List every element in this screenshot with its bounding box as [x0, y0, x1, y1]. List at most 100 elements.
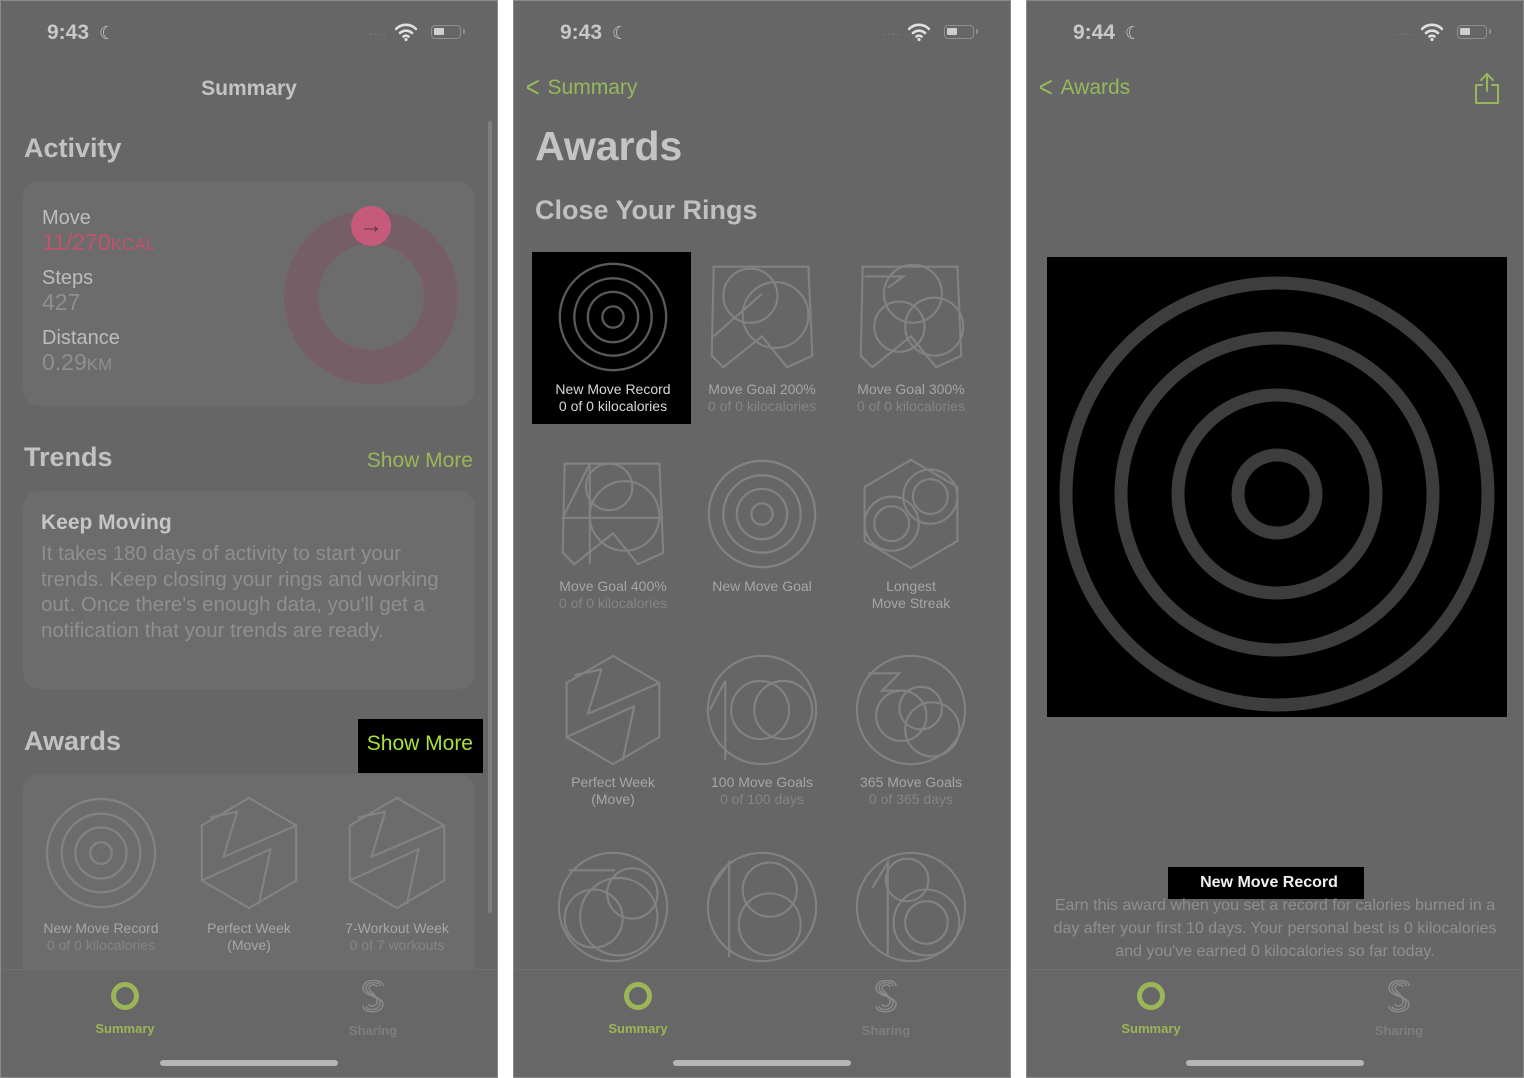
trends-card: Keep Moving It takes 180 days of activit…: [23, 491, 475, 689]
award-partial-row[interactable]: [837, 849, 985, 965]
awards-card: New Move Record 0 of 0 kilocalories Perf…: [23, 774, 475, 994]
activity-heading: Activity: [24, 133, 122, 163]
section-heading: Close Your Rings: [535, 195, 758, 225]
award-move-goal-200[interactable]: Move Goal 200% 0 of 0 kilocalories: [688, 259, 836, 415]
back-label: Summary: [547, 76, 638, 99]
365-goals-icon: [853, 652, 969, 768]
hexagon-award-icon: [555, 652, 671, 768]
chevron-left-icon: <: [1038, 71, 1053, 104]
moon-icon: ☾: [1125, 23, 1142, 43]
trends-card-body: It takes 180 days of activity to start y…: [41, 542, 439, 642]
activity-ring-icon: [109, 980, 141, 1012]
award-100-move-goals[interactable]: 100 Move Goals 0 of 100 days: [688, 652, 836, 808]
awards-screen: 9:43 ☾ ···· < Summary Awards Close Your …: [513, 0, 1011, 1078]
cellular-signal-icon: ····: [1395, 29, 1413, 40]
move-goal-300-icon: [853, 259, 969, 375]
status-bar: 9:43 ☾ ····: [1, 21, 497, 47]
tab-sharing[interactable]: Sharing: [826, 980, 946, 1038]
award-partial-row[interactable]: [688, 849, 836, 965]
award-new-move-record[interactable]: New Move Record 0 of 0 kilocalories: [27, 794, 175, 954]
trends-show-more-link[interactable]: Show More: [367, 449, 473, 473]
back-button[interactable]: < Awards: [1037, 71, 1131, 104]
tab-summary[interactable]: Summary: [1091, 980, 1211, 1036]
target-rings-icon: [704, 456, 820, 572]
moon-icon: ☾: [99, 23, 116, 43]
page-title: Summary: [201, 77, 297, 100]
award-partial-row[interactable]: [539, 849, 687, 965]
distance-label: Distance: [42, 327, 120, 349]
back-label: Awards: [1060, 76, 1131, 99]
back-button[interactable]: < Summary: [524, 71, 638, 104]
home-indicator[interactable]: [160, 1060, 338, 1066]
battery-icon: [431, 25, 465, 39]
activity-card[interactable]: Move 11/270KCAL Steps 427 Distance 0.29K…: [23, 181, 475, 406]
award-new-move-record[interactable]: New Move Record 0 of 0 kilocalories: [539, 259, 687, 415]
awards-heading: Awards: [24, 726, 122, 756]
activity-ring-icon: [622, 980, 654, 1012]
award-longest-move-streak[interactable]: Longest Move Streak: [837, 456, 985, 612]
sharing-s-icon: [361, 980, 385, 1014]
award-365-move-goals[interactable]: 365 Move Goals 0 of 365 days: [837, 652, 985, 808]
cellular-signal-icon: ····: [369, 29, 387, 40]
tab-bar: Summary Sharing: [514, 969, 1010, 1077]
status-time: 9:43: [560, 21, 603, 44]
award-badge-large: [1047, 257, 1507, 717]
award-detail-screen: 9:44 ☾ ···· < Awards New Move Record Ear…: [1026, 0, 1524, 1078]
steps-label: Steps: [42, 267, 94, 289]
award-move-goal-300[interactable]: Move Goal 300% 0 of 0 kilocalories: [837, 259, 985, 415]
status-bar: 9:44 ☾ ····: [1027, 21, 1523, 47]
milestone-award-icon: [555, 849, 671, 965]
wifi-icon: [1421, 22, 1443, 42]
cellular-signal-icon: ····: [882, 29, 900, 40]
move-label: Move: [42, 207, 91, 229]
wifi-icon: [395, 22, 417, 42]
sharing-s-icon: [874, 980, 898, 1014]
share-icon[interactable]: [1473, 71, 1501, 105]
move-value: 11/270KCAL: [42, 229, 156, 255]
streak-icon: [853, 456, 969, 572]
move-goal-200-icon: [704, 259, 820, 375]
arrow-right-icon: →: [351, 206, 391, 246]
battery-icon: [1457, 25, 1491, 39]
milestone-award-icon: [704, 849, 820, 965]
status-time: 9:43: [47, 21, 90, 44]
move-goal-400-icon: [555, 456, 671, 572]
tab-summary[interactable]: Summary: [65, 980, 185, 1036]
trends-card-title: Keep Moving: [41, 511, 172, 534]
tab-summary[interactable]: Summary: [578, 980, 698, 1036]
award-description: Earn this award when you set a record fo…: [1053, 897, 1497, 960]
steps-value: 427: [42, 289, 81, 315]
target-rings-icon: [42, 794, 160, 912]
home-indicator[interactable]: [1186, 1060, 1364, 1066]
sharing-s-icon: [1387, 980, 1411, 1014]
hexagon-award-icon: [338, 794, 456, 912]
target-rings-icon: [555, 259, 671, 375]
tab-sharing[interactable]: Sharing: [1339, 980, 1459, 1038]
status-bar: 9:43 ☾ ····: [514, 21, 1010, 47]
award-7-workout-week[interactable]: 7-Workout Week 0 of 7 workouts: [323, 794, 471, 954]
target-rings-icon: [1059, 276, 1495, 712]
milestone-award-icon: [853, 849, 969, 965]
award-move-goal-400[interactable]: Move Goal 400% 0 of 0 kilocalories: [539, 456, 687, 612]
award-new-move-goal[interactable]: New Move Goal: [688, 456, 836, 595]
distance-value: 0.29KM: [42, 349, 113, 375]
tab-sharing[interactable]: Sharing: [313, 980, 433, 1038]
activity-ring-icon: [1135, 980, 1167, 1012]
status-time: 9:44: [1073, 21, 1116, 44]
tab-bar: Summary Sharing: [1, 969, 497, 1077]
scrollbar[interactable]: [488, 121, 492, 913]
awards-show-more-link[interactable]: Show More: [367, 732, 473, 756]
moon-icon: ☾: [612, 23, 629, 43]
award-perfect-week-move[interactable]: Perfect Week (Move): [539, 652, 687, 808]
tab-bar: Summary Sharing: [1027, 969, 1523, 1077]
chevron-left-icon: <: [525, 71, 540, 104]
wifi-icon: [908, 22, 930, 42]
hexagon-award-icon: [190, 794, 308, 912]
home-indicator[interactable]: [673, 1060, 851, 1066]
page-title: Awards: [535, 123, 683, 169]
award-perfect-week[interactable]: Perfect Week (Move): [175, 794, 323, 954]
trends-heading: Trends: [24, 442, 113, 472]
summary-screen: 9:43 ☾ ···· Summary Activity Move 11/270…: [0, 0, 498, 1078]
battery-icon: [944, 25, 978, 39]
hundred-goals-icon: [704, 652, 820, 768]
